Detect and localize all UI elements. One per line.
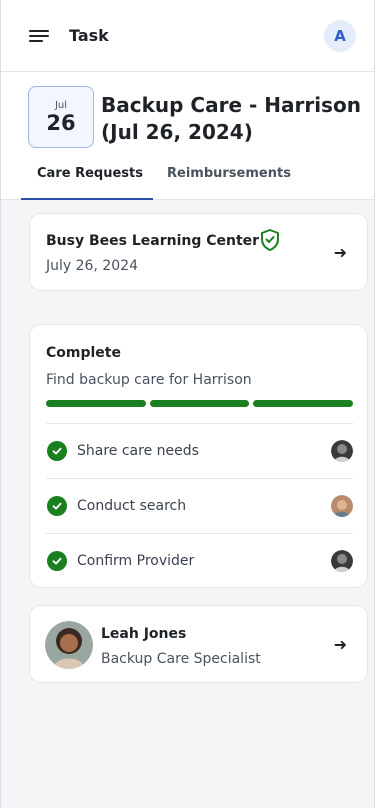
specialist-role: Backup Care Specialist bbox=[101, 651, 261, 667]
specialist-card[interactable]: Leah Jones Backup Care Specialist ➜ bbox=[29, 605, 368, 683]
page-header: Jul 26 Backup Care - Harrison (Jul 26, 2… bbox=[1, 72, 374, 200]
progress-segment bbox=[46, 400, 146, 407]
specialist-avatar bbox=[45, 621, 93, 669]
assignee-avatar bbox=[331, 495, 353, 517]
assignee-avatar bbox=[331, 440, 353, 462]
date-badge: Jul 26 bbox=[28, 86, 94, 148]
progress-segment bbox=[149, 400, 250, 407]
top-bar-title: Task bbox=[69, 26, 109, 45]
provider-card[interactable]: Busy Bees Learning Center July 26, 2024 … bbox=[29, 213, 368, 291]
status-card: Complete Find backup care for Harrison S… bbox=[29, 324, 368, 588]
check-circle-icon bbox=[47, 496, 67, 516]
page-title: Backup Care - Harrison (Jul 26, 2024) bbox=[101, 93, 361, 144]
step-conduct-search: Conduct search bbox=[46, 478, 353, 533]
arrow-right-icon[interactable]: ➜ bbox=[334, 243, 347, 262]
specialist-name: Leah Jones bbox=[101, 626, 187, 642]
status-description: Find backup care for Harrison bbox=[46, 372, 252, 388]
check-circle-icon bbox=[47, 441, 67, 461]
progress-segment bbox=[253, 400, 354, 407]
date-day: 26 bbox=[46, 110, 76, 135]
tab-care-requests[interactable]: Care Requests bbox=[21, 160, 153, 200]
step-share-care-needs: Share care needs bbox=[46, 423, 353, 478]
check-circle-icon bbox=[47, 551, 67, 571]
step-label: Share care needs bbox=[77, 443, 199, 459]
step-confirm-provider: Confirm Provider bbox=[46, 533, 353, 588]
date-month: Jul bbox=[54, 99, 68, 111]
assignee-avatar bbox=[331, 550, 353, 572]
step-label: Conduct search bbox=[77, 498, 187, 514]
app-frame: Task A Jul 26 Backup Care - Harrison (Ju… bbox=[0, 0, 375, 808]
arrow-right-icon[interactable]: ➜ bbox=[334, 635, 347, 654]
tab-bar: Care Requests Reimbursements bbox=[1, 160, 374, 200]
user-avatar[interactable]: A bbox=[324, 19, 356, 52]
step-label: Confirm Provider bbox=[77, 553, 195, 569]
provider-name: Busy Bees Learning Center bbox=[46, 233, 260, 249]
progress-bar bbox=[46, 400, 354, 408]
shield-check-icon bbox=[261, 229, 279, 251]
menu-icon[interactable] bbox=[29, 28, 51, 44]
tab-reimbursements[interactable]: Reimbursements bbox=[167, 160, 291, 200]
provider-date: July 26, 2024 bbox=[46, 258, 138, 274]
status-title: Complete bbox=[46, 345, 121, 361]
top-bar: Task A bbox=[1, 0, 374, 72]
